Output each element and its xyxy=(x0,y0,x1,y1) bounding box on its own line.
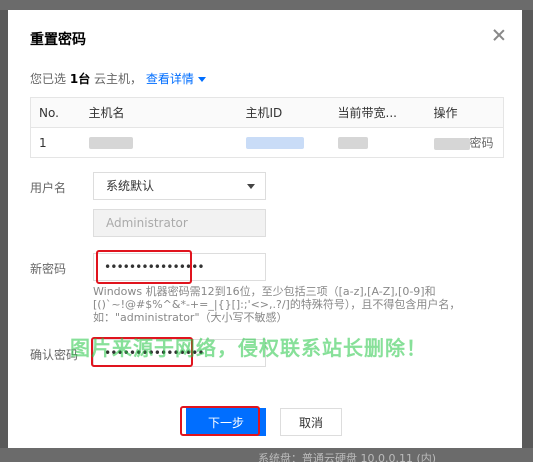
column-header-no: No. xyxy=(30,97,73,128)
hostname-cell xyxy=(73,128,238,158)
close-icon[interactable] xyxy=(492,28,506,42)
action-cell: 密码 xyxy=(426,128,504,158)
username-label: 用户名 xyxy=(30,181,67,195)
background-disk-info: 系统盘：普通云硬盘 10.0.0.11 (内) xyxy=(258,452,437,462)
column-header-action: 操作 xyxy=(425,97,504,128)
view-details-link[interactable]: 查看详情 xyxy=(146,72,206,86)
new-password-input[interactable] xyxy=(93,253,266,281)
bandwidth-cell xyxy=(330,128,426,158)
cancel-button[interactable]: 取消 xyxy=(280,408,342,436)
column-header-hostname: 主机名 xyxy=(72,97,238,128)
username-select[interactable]: 系统默认 xyxy=(93,172,266,200)
reset-password-link[interactable]: 密码 xyxy=(433,136,494,150)
dialog-title: 重置密码 xyxy=(30,32,86,48)
selection-prefix: 您已选 xyxy=(30,72,67,86)
column-header-host-id: 主机ID xyxy=(237,97,330,128)
table-row: 1 密码 xyxy=(31,128,504,158)
chevron-down-icon xyxy=(197,77,206,82)
selection-suffix: 云主机， xyxy=(94,72,143,86)
reset-password-dialog: 重置密码 您已选 1台 云主机， 查看详情 No. 主机名 主机ID 当前带宽.… xyxy=(8,10,522,448)
selection-count: 1台 xyxy=(69,72,91,86)
redacted-action-prefix xyxy=(433,137,470,150)
host-id-cell xyxy=(238,128,330,158)
username-input-disabled: Administrator xyxy=(93,209,266,237)
password-rule-hint: Windows 机器密码需12到16位，至少包括三项（[a-z],[A-Z],[… xyxy=(93,285,461,324)
confirm-password-label: 确认密码 xyxy=(30,348,79,362)
next-button[interactable]: 下一步 xyxy=(186,408,266,436)
redacted-bandwidth xyxy=(337,137,368,149)
redacted-host-id xyxy=(245,137,304,149)
confirm-password-input[interactable] xyxy=(93,339,266,367)
column-header-bandwidth: 当前带宽... xyxy=(329,97,426,128)
selection-summary: 您已选 1台 云主机， 查看详情 xyxy=(30,70,206,87)
redacted-hostname xyxy=(88,137,133,149)
background-page-header xyxy=(0,0,533,10)
new-password-label: 新密码 xyxy=(30,262,67,276)
row-number: 1 xyxy=(39,135,47,150)
background-page-footer: 系统盘：普通云硬盘 10.0.0.11 (内) xyxy=(0,448,533,462)
chevron-down-icon xyxy=(247,184,255,189)
table-header-row: No. 主机名 主机ID 当前带宽... 操作 xyxy=(30,97,504,128)
instance-table: No. 主机名 主机ID 当前带宽... 操作 1 密码 xyxy=(30,97,504,158)
